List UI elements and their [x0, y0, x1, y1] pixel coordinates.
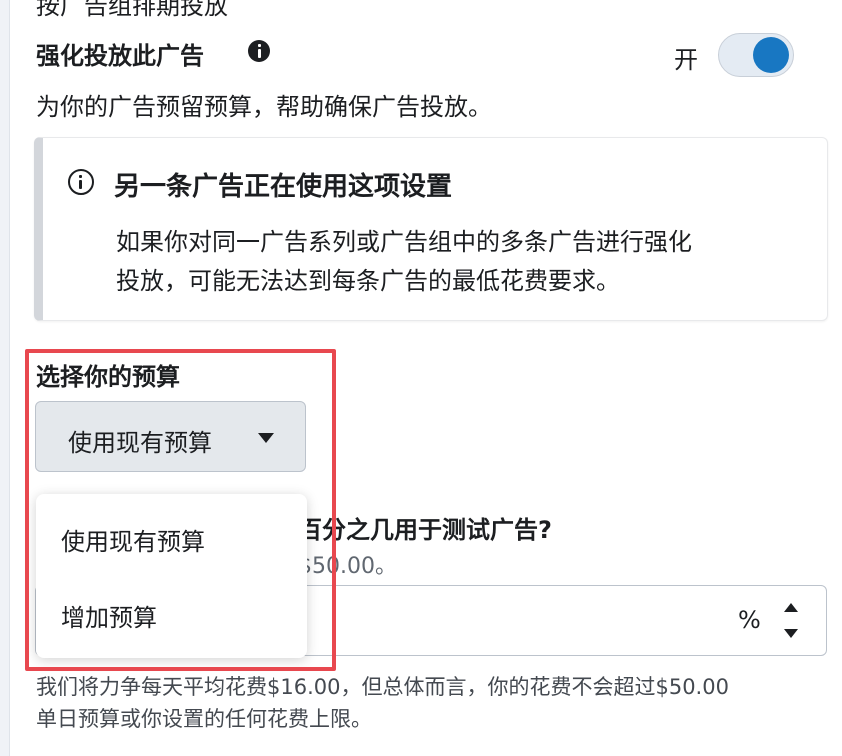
budget-label: 选择你的预算 [36, 363, 180, 391]
info-circle-icon [68, 169, 94, 195]
boost-toggle[interactable] [718, 33, 794, 77]
menu-item-label: 增加预算 [61, 604, 157, 632]
help-text-line2: 单日预算或你设置的任何花费上限。 [36, 707, 372, 731]
menu-item-use-existing-budget[interactable]: 使用现有预算 [36, 508, 307, 568]
decrement-arrow-icon[interactable] [784, 629, 798, 638]
caret-down-icon [258, 433, 274, 443]
percent-question-text: 百分之几用于测试广告? [298, 516, 552, 544]
increment-arrow-icon[interactable] [784, 603, 798, 612]
section-title-clipped: 按广告组排期投放 [36, 0, 228, 20]
budget-select-value: 使用现有预算 [68, 429, 212, 457]
help-text-line1: 我们将力争每天平均花费$16.00，但总体而言，你的花费不会超过$50.00 [36, 675, 729, 699]
budget-dropdown-menu: 使用现有预算 增加预算 [36, 494, 307, 658]
left-panel-edge [0, 0, 10, 756]
toggle-knob [753, 37, 789, 73]
menu-item-label: 使用现有预算 [61, 528, 205, 556]
info-icon[interactable] [248, 40, 270, 62]
boost-title: 强化投放此广告 [36, 42, 204, 70]
percent-subtext-value: $50.00。 [298, 554, 397, 579]
percent-unit: % [738, 606, 761, 634]
toggle-status-label: 开 [674, 46, 698, 74]
notice-body-line2: 投放，可能无法达到每条广告的最低花费要求。 [116, 267, 620, 295]
notice-body-line1: 如果你对同一广告系列或广告组中的多条广告进行强化 [116, 228, 692, 256]
boost-description: 为你的广告预留预算，帮助确保广告投放。 [36, 93, 492, 121]
notice-title: 另一条广告正在使用这项设置 [114, 172, 453, 202]
budget-select[interactable]: 使用现有预算 [35, 401, 306, 472]
menu-item-add-budget[interactable]: 增加预算 [36, 584, 307, 644]
